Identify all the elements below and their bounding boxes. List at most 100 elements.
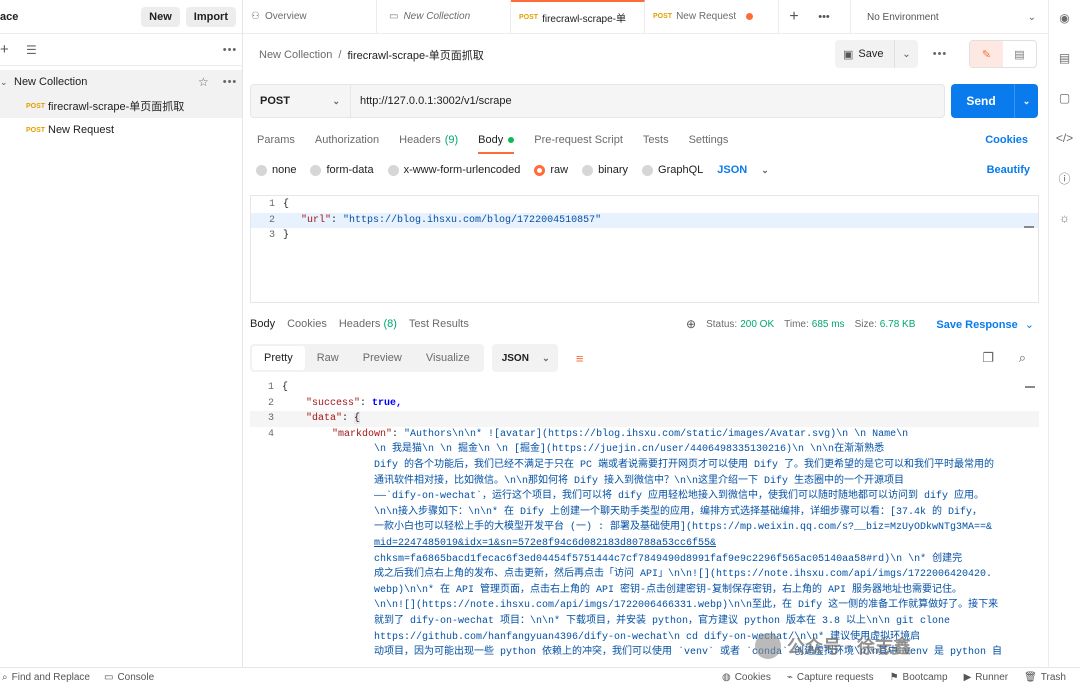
tab-overflow-icon[interactable]: ••• bbox=[809, 11, 839, 23]
environment-select[interactable]: No Environment ⌄ bbox=[850, 0, 1040, 34]
response-tab-cookies[interactable]: Cookies bbox=[287, 318, 327, 330]
sidebar-search-input[interactable] bbox=[50, 40, 218, 60]
status-value[interactable]: 200 OK bbox=[740, 319, 774, 330]
star-icon[interactable]: ☆ bbox=[198, 75, 218, 89]
eye-icon[interactable]: ◉ bbox=[1055, 8, 1075, 28]
wrap-lines-icon[interactable]: ≡ bbox=[566, 344, 594, 372]
view-toggle: ✎ ▤ bbox=[969, 40, 1037, 68]
tab-prerequest-script[interactable]: Pre-request Script bbox=[534, 128, 623, 152]
markdown-line: 通讯软件相对接，比如微信。\n\n那如何将 Dify 接入到微信中？\n\n这里… bbox=[374, 475, 905, 487]
send-dropdown-icon[interactable]: ⌄ bbox=[1014, 84, 1038, 118]
filter-icon[interactable]: ☰ bbox=[26, 43, 50, 57]
radio-circle bbox=[387, 164, 399, 176]
chevron-down-icon[interactable]: ⌄ bbox=[0, 77, 14, 88]
breadcrumb-request[interactable]: firecrawl-scrape-单页面抓取 bbox=[347, 47, 483, 63]
radio-label: form-data bbox=[326, 164, 374, 176]
new-tab-icon[interactable]: + bbox=[779, 8, 809, 26]
response-tab-test-results[interactable]: Test Results bbox=[409, 318, 469, 330]
size-value[interactable]: 6.78 KB bbox=[880, 319, 916, 330]
sidebar-request-item[interactable]: POST firecrawl-scrape-单页面抓取 bbox=[0, 94, 242, 118]
globe-icon[interactable]: ⊕ bbox=[686, 317, 696, 331]
cookies-link[interactable]: Cookies bbox=[985, 134, 1028, 146]
code-icon[interactable]: </> bbox=[1055, 128, 1075, 148]
view-pretty[interactable]: Pretty bbox=[252, 346, 305, 370]
code-token: { bbox=[354, 413, 361, 425]
request-more-icon[interactable]: ••• bbox=[928, 48, 952, 60]
cookies-button[interactable]: ◍ Cookies bbox=[722, 672, 771, 683]
tab-authorization[interactable]: Authorization bbox=[315, 128, 379, 152]
markdown-line: mid=2247485019&idx=1&sn=572e8f94c6d08218… bbox=[374, 537, 717, 549]
new-button[interactable]: New bbox=[141, 6, 180, 27]
comments-icon[interactable]: ▢ bbox=[1055, 88, 1075, 108]
code-token: : bbox=[392, 429, 405, 441]
line-number: 2 bbox=[267, 397, 274, 409]
code-line: 4 "markdown" : "Authors\n\n* ![avatar](h… bbox=[250, 427, 1039, 443]
response-tab-body[interactable]: Body bbox=[250, 318, 275, 330]
radio-urlencoded[interactable]: x-www-form-urlencoded bbox=[387, 164, 520, 176]
code-token: { bbox=[282, 382, 289, 394]
console-button[interactable]: ▭ Console bbox=[104, 672, 154, 683]
lightbulb-icon[interactable]: ☼ bbox=[1055, 208, 1075, 228]
collection-item[interactable]: ⌄ New Collection ☆ ••• bbox=[0, 70, 242, 94]
save-response-button[interactable]: Save Response ⌄ bbox=[936, 318, 1034, 331]
view-raw[interactable]: Raw bbox=[305, 346, 351, 370]
capture-label: Capture requests bbox=[796, 672, 874, 683]
view-visualize[interactable]: Visualize bbox=[414, 346, 482, 370]
more-options-icon[interactable]: ••• bbox=[218, 44, 242, 56]
collection-more-icon[interactable]: ••• bbox=[218, 76, 242, 88]
response-format-select[interactable]: JSON ⌄ bbox=[491, 344, 558, 372]
beautify-link[interactable]: Beautify bbox=[987, 164, 1030, 176]
tab-tests[interactable]: Tests bbox=[643, 128, 669, 152]
tab-settings[interactable]: Settings bbox=[689, 128, 729, 152]
sidebar-request-item[interactable]: POST New Request bbox=[0, 118, 242, 142]
method-select[interactable]: POST ⌄ bbox=[251, 85, 351, 117]
tab-body[interactable]: Body bbox=[478, 128, 515, 154]
bootcamp-icon: ⚑ bbox=[889, 672, 899, 683]
radio-binary[interactable]: binary bbox=[582, 164, 628, 176]
response-meta: ⊕ Status: 200 OK Time: 685 ms Size: 6.78… bbox=[686, 317, 925, 331]
breadcrumb-collection[interactable]: New Collection bbox=[259, 49, 332, 61]
line-number: 1 bbox=[268, 199, 275, 211]
body-format-select[interactable]: JSON ⌄ bbox=[717, 164, 769, 176]
tab-collection[interactable]: ▭ New Collection bbox=[377, 0, 511, 34]
radio-circle bbox=[256, 164, 267, 176]
right-rail: ◉ ▤ ▢ </> ⓘ ☼ bbox=[1048, 0, 1080, 667]
runner-button[interactable]: ▶ Runner bbox=[964, 672, 1009, 683]
comment-icon[interactable]: ▤ bbox=[1003, 41, 1036, 67]
radio-label: GraphQL bbox=[658, 164, 704, 176]
time-value[interactable]: 685 ms bbox=[812, 319, 845, 330]
radio-none[interactable]: none bbox=[256, 164, 296, 176]
tab-active-request[interactable]: POST firecrawl-scrape-单 bbox=[511, 0, 645, 34]
capture-requests-button[interactable]: ⌁ Capture requests bbox=[787, 672, 874, 683]
method-badge: POST bbox=[26, 126, 46, 134]
response-body-viewer[interactable]: 1 { 2 "success" : true, 3 "data" : { 4 "… bbox=[250, 380, 1039, 664]
radio-graphql[interactable]: GraphQL bbox=[642, 164, 703, 176]
code-token: "url" bbox=[301, 214, 332, 226]
documentation-icon[interactable]: ▤ bbox=[1055, 48, 1075, 68]
radio-form-data[interactable]: form-data bbox=[310, 164, 374, 176]
info-icon[interactable]: ⓘ bbox=[1055, 168, 1075, 188]
request-body-editor[interactable]: 1 { 2 "url" : "https://blog.ihsxu.com/bl… bbox=[250, 195, 1039, 303]
radio-raw[interactable]: raw bbox=[534, 164, 568, 176]
trash-button[interactable]: 🗑 Trash bbox=[1024, 672, 1066, 683]
view-preview[interactable]: Preview bbox=[351, 346, 414, 370]
search-icon[interactable]: ⌕ bbox=[1019, 350, 1026, 366]
tab-params[interactable]: Params bbox=[257, 128, 295, 152]
add-icon[interactable]: + bbox=[0, 41, 14, 58]
find-replace-button[interactable]: ⌕ Find and Replace bbox=[2, 672, 90, 683]
size-label: Size: bbox=[854, 318, 877, 330]
tab-new-request[interactable]: POST New Request bbox=[645, 0, 779, 34]
save-button[interactable]: ▣ Save ⌄ bbox=[835, 40, 918, 68]
code-token: "markdown" bbox=[332, 429, 393, 441]
import-button[interactable]: Import bbox=[185, 6, 236, 27]
url-input[interactable] bbox=[351, 85, 944, 117]
send-button[interactable]: Send ⌄ bbox=[951, 84, 1038, 118]
copy-icon[interactable]: ❐ bbox=[982, 350, 994, 366]
edit-icon[interactable]: ✎ bbox=[970, 41, 1003, 67]
bootcamp-button[interactable]: ⚑ Bootcamp bbox=[890, 672, 948, 683]
save-dropdown-icon[interactable]: ⌄ bbox=[894, 40, 918, 68]
response-tab-headers[interactable]: Headers (8) bbox=[339, 318, 397, 330]
tab-headers[interactable]: Headers (9) bbox=[399, 128, 458, 152]
tab-overview[interactable]: ⚇ Overview bbox=[243, 0, 377, 34]
tab-bar: ⚇ Overview ▭ New Collection POST firecra… bbox=[243, 0, 1048, 34]
